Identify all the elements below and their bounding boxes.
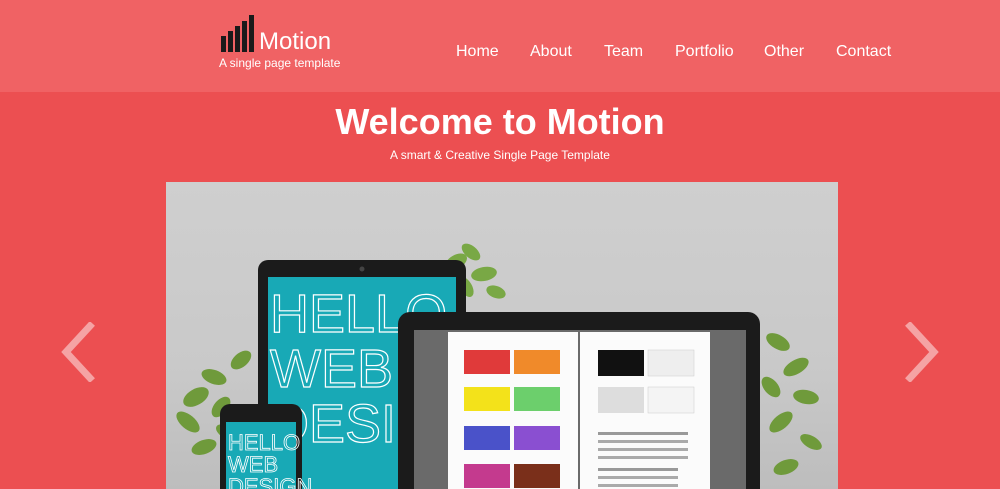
nav-other[interactable]: Other [764,43,804,61]
hero-subtitle: A smart & Creative Single Page Template [390,148,610,162]
nav-home[interactable]: Home [456,43,499,61]
chevron-right-icon[interactable] [902,322,942,382]
hero-slide: HELLO WEB DESIG HELLO WEB DESIGN [166,182,838,489]
main-nav: Home About Team Portfolio Other Contact [0,43,1000,63]
plant-right-icon [761,333,822,475]
phone-text-3: DESIGN [228,474,312,489]
nav-team[interactable]: Team [604,43,643,61]
nav-about[interactable]: About [530,43,572,61]
slide-devices-image: HELLO WEB DESIG HELLO WEB DESIGN [176,243,822,489]
site-header: Motion A single page template Home About… [0,0,1000,92]
nav-portfolio[interactable]: Portfolio [675,43,734,61]
nav-contact[interactable]: Contact [836,43,891,61]
tablet-text-2: WEB [270,339,393,399]
hero-title: Welcome to Motion [335,101,665,142]
chevron-left-icon[interactable] [58,322,98,382]
